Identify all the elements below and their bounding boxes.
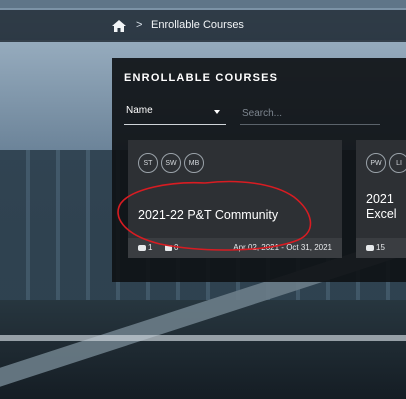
tag-badge: ST [138, 153, 158, 173]
tag-badge: SW [161, 153, 181, 173]
course-card[interactable]: ST SW MB 2021-22 P&T Community 1 0 Apr 0… [128, 140, 342, 258]
course-title[interactable]: 2021 Excel [366, 192, 397, 222]
course-footer: 15 [356, 238, 406, 258]
tag-badge: LI [389, 153, 406, 173]
course-card[interactable]: PW LI 2021 Excel 15 [356, 140, 406, 258]
course-title-line1: 2021 [366, 192, 394, 206]
course-tags: PW LI [366, 153, 406, 173]
search-input[interactable] [240, 104, 379, 122]
course-tags: ST SW MB [138, 153, 204, 173]
search-field[interactable] [240, 102, 380, 125]
breadcrumb-current[interactable]: Enrollable Courses [151, 19, 244, 31]
user-count: 1 [138, 243, 152, 252]
course-dates: Apr 02, 2021 - Oct 31, 2021 [233, 243, 332, 252]
tag-badge: PW [366, 153, 386, 173]
document-count-value: 0 [174, 243, 179, 252]
chevron-down-icon [214, 110, 220, 114]
course-title[interactable]: 2021-22 P&T Community [138, 208, 278, 222]
user-count-value: 1 [148, 243, 153, 252]
course-footer: 1 0 Apr 02, 2021 - Oct 31, 2021 [128, 238, 342, 258]
sort-select-value: Name [126, 105, 153, 116]
filter-row: Name [124, 102, 394, 126]
background-beam-highlight [0, 335, 406, 341]
course-title-line2: Excel [366, 207, 397, 221]
user-count-value: 15 [376, 243, 385, 252]
users-icon [366, 244, 374, 251]
folder-icon [165, 244, 172, 251]
enrollable-courses-panel: ENROLLABLE COURSES Name ST SW MB 2021-22… [112, 58, 406, 282]
tag-badge: MB [184, 153, 204, 173]
home-icon[interactable] [112, 20, 126, 32]
sort-select[interactable]: Name [124, 102, 226, 125]
document-count: 0 [165, 243, 178, 252]
breadcrumb-separator: > [136, 19, 143, 31]
breadcrumb: > Enrollable Courses [0, 10, 406, 42]
user-count: 15 [366, 243, 385, 252]
users-icon [138, 244, 146, 251]
top-strip [0, 0, 406, 8]
panel-title: ENROLLABLE COURSES [124, 72, 279, 84]
